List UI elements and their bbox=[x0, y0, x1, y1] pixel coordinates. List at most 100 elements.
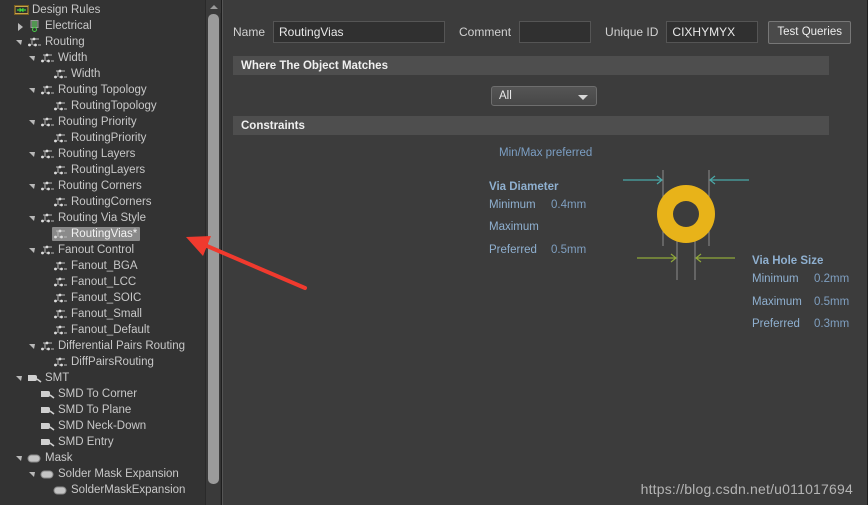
smt-icon bbox=[28, 375, 42, 383]
tree-item-fanout-lcc[interactable]: Fanout_LCC bbox=[0, 274, 221, 290]
comment-input[interactable] bbox=[519, 21, 592, 43]
tree-item-content[interactable]: Width bbox=[52, 67, 103, 81]
routing-icon bbox=[41, 85, 54, 95]
tree-item-content[interactable]: Differential Pairs Routing bbox=[39, 339, 188, 353]
via-hole-maximum-value[interactable]: 0.5mm bbox=[814, 296, 849, 308]
collapse-arrow-icon[interactable] bbox=[28, 85, 39, 96]
tree-item-electrical[interactable]: Electrical bbox=[0, 18, 221, 34]
tree-item-content[interactable]: Mask bbox=[26, 451, 75, 465]
tree-twisty-placeholder bbox=[41, 277, 52, 288]
tree-item-soldermaskexpansion[interactable]: SolderMaskExpansion bbox=[0, 482, 221, 498]
tree-item-routingpriority[interactable]: RoutingPriority bbox=[0, 130, 221, 146]
tree-item-content[interactable]: RoutingPriority bbox=[52, 131, 149, 145]
tree-item-content[interactable]: Fanout Control bbox=[39, 243, 137, 257]
tree-item-content[interactable]: Routing Corners bbox=[39, 179, 145, 193]
tree-item-content[interactable]: Fanout_Small bbox=[52, 307, 145, 321]
tree-item-content[interactable]: RoutingVias* bbox=[52, 227, 141, 241]
tree-item-content[interactable]: RoutingCorners bbox=[52, 195, 155, 209]
tree-item-smd-to-corner[interactable]: SMD To Corner bbox=[0, 386, 221, 402]
tree-item-content[interactable]: Fanout_LCC bbox=[52, 275, 139, 289]
collapse-arrow-icon[interactable] bbox=[28, 181, 39, 192]
tree-item-width[interactable]: Width bbox=[0, 66, 221, 82]
collapse-arrow-icon[interactable] bbox=[28, 245, 39, 256]
tree-item-content[interactable]: Fanout_SOIC bbox=[52, 291, 144, 305]
collapse-arrow-icon[interactable] bbox=[28, 117, 39, 128]
design-rules-tree[interactable]: Design Rules Electrical Routing Width Width R… bbox=[0, 0, 221, 498]
collapse-arrow-icon[interactable] bbox=[28, 341, 39, 352]
collapse-arrow-icon[interactable] bbox=[15, 453, 26, 464]
tree-item-diffpairsrouting[interactable]: DiffPairsRouting bbox=[0, 354, 221, 370]
via-hole-preferred-value[interactable]: 0.3mm bbox=[814, 318, 849, 330]
tree-vertical-scrollbar[interactable] bbox=[205, 0, 221, 505]
tree-item-smt[interactable]: SMT bbox=[0, 370, 221, 386]
tree-item-content[interactable]: SMD To Corner bbox=[39, 387, 140, 401]
tree-item-fanout-default[interactable]: Fanout_Default bbox=[0, 322, 221, 338]
tree-item-content[interactable]: SMD Neck-Down bbox=[39, 419, 149, 433]
tree-item-content[interactable]: Routing Priority bbox=[39, 115, 140, 129]
tree-item-content[interactable]: Routing Via Style bbox=[39, 211, 149, 225]
tree-item-routing-priority[interactable]: Routing Priority bbox=[0, 114, 221, 130]
tree-item-fanout-small[interactable]: Fanout_Small bbox=[0, 306, 221, 322]
tree-item-fanout-control[interactable]: Fanout Control bbox=[0, 242, 221, 258]
tree-item-routing-layers[interactable]: Routing Layers bbox=[0, 146, 221, 162]
test-queries-button[interactable]: Test Queries bbox=[768, 20, 851, 44]
routing-icon bbox=[53, 308, 68, 320]
tree-item-routing[interactable]: Routing bbox=[0, 34, 221, 50]
collapse-arrow-icon[interactable] bbox=[28, 213, 39, 224]
name-input[interactable]: RoutingVias bbox=[273, 21, 446, 43]
tree-item-routinglayers[interactable]: RoutingLayers bbox=[0, 162, 221, 178]
tree-item-content[interactable]: Routing Layers bbox=[39, 147, 138, 161]
tree-item-content[interactable]: Fanout_BGA bbox=[52, 259, 140, 273]
tree-item-width[interactable]: Width bbox=[0, 50, 221, 66]
tree-item-content[interactable]: Routing bbox=[26, 35, 88, 49]
tree-item-content[interactable]: SMD Entry bbox=[39, 435, 117, 449]
scroll-up-arrow-icon[interactable] bbox=[206, 0, 221, 13]
tree-item-fanout-bga[interactable]: Fanout_BGA bbox=[0, 258, 221, 274]
tree-item-smd-neck-down[interactable]: SMD Neck-Down bbox=[0, 418, 221, 434]
tree-item-label: SMT bbox=[45, 372, 70, 384]
tree-item-content[interactable]: SMD To Plane bbox=[39, 403, 134, 417]
tree-item-smd-to-plane[interactable]: SMD To Plane bbox=[0, 402, 221, 418]
collapse-arrow-icon[interactable] bbox=[28, 53, 39, 64]
via-diameter-preferred-value[interactable]: 0.5mm bbox=[551, 244, 586, 256]
tree-item-content[interactable]: Design Rules bbox=[13, 3, 103, 17]
unique-id-input[interactable]: CIXHYMYX bbox=[666, 21, 759, 43]
tree-item-routing-via-style[interactable]: Routing Via Style bbox=[0, 210, 221, 226]
tree-item-content[interactable]: SMT bbox=[26, 371, 72, 385]
expand-arrow-icon[interactable] bbox=[15, 21, 26, 32]
tree-item-smd-entry[interactable]: SMD Entry bbox=[0, 434, 221, 450]
tree-item-content[interactable]: RoutingLayers bbox=[52, 163, 148, 177]
tree-item-label: Width bbox=[58, 52, 88, 64]
collapse-arrow-icon[interactable] bbox=[28, 469, 39, 480]
tree-item-content[interactable]: Electrical bbox=[26, 19, 95, 33]
tree-item-mask[interactable]: Mask bbox=[0, 450, 221, 466]
tree-item-content[interactable]: RoutingTopology bbox=[52, 99, 160, 113]
tree-item-label: Fanout_BGA bbox=[71, 260, 138, 272]
tree-item-design-rules[interactable]: Design Rules bbox=[0, 2, 221, 18]
tree-item-solder-mask-expansion[interactable]: Solder Mask Expansion bbox=[0, 466, 221, 482]
tree-item-label: Width bbox=[71, 68, 101, 80]
tree-item-content[interactable]: Solder Mask Expansion bbox=[39, 467, 182, 481]
tree-scrollbar-thumb[interactable] bbox=[208, 14, 219, 484]
via-hole-minimum-value[interactable]: 0.2mm bbox=[814, 273, 849, 285]
tree-item-fanout-soic[interactable]: Fanout_SOIC bbox=[0, 290, 221, 306]
tree-item-routingvias[interactable]: RoutingVias* bbox=[0, 226, 221, 242]
tree-item-routing-topology[interactable]: Routing Topology bbox=[0, 82, 221, 98]
tree-item-content[interactable]: Width bbox=[39, 51, 90, 65]
tree-item-routing-corners[interactable]: Routing Corners bbox=[0, 178, 221, 194]
tree-item-content[interactable]: SolderMaskExpansion bbox=[52, 483, 188, 497]
design-rules-tree-panel: Design Rules Electrical Routing Width Width R… bbox=[0, 0, 222, 505]
tree-item-routingcorners[interactable]: RoutingCorners bbox=[0, 194, 221, 210]
via-diameter-minimum-value[interactable]: 0.4mm bbox=[551, 199, 586, 211]
collapse-arrow-icon[interactable] bbox=[15, 37, 26, 48]
tree-item-content[interactable]: Routing Topology bbox=[39, 83, 150, 97]
routing-icon bbox=[54, 133, 67, 143]
tree-item-content[interactable]: Fanout_Default bbox=[52, 323, 153, 337]
collapse-arrow-icon[interactable] bbox=[28, 149, 39, 160]
tree-item-content[interactable]: DiffPairsRouting bbox=[52, 355, 157, 369]
tree-item-differential-pairs-routing[interactable]: Differential Pairs Routing bbox=[0, 338, 221, 354]
tree-item-routingtopology[interactable]: RoutingTopology bbox=[0, 98, 221, 114]
collapse-arrow-icon[interactable] bbox=[15, 373, 26, 384]
scope-dropdown[interactable]: All bbox=[491, 86, 597, 106]
routing-icon bbox=[53, 228, 68, 240]
